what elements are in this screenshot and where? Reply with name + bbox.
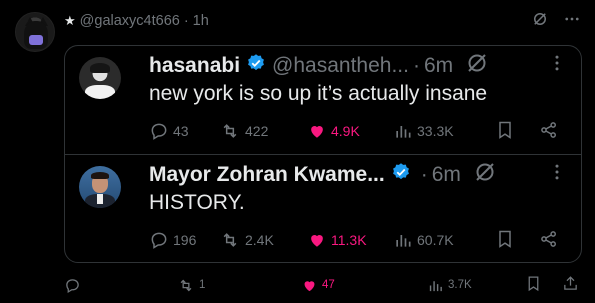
post-time[interactable]: 6m [432,163,461,187]
views-icon [396,126,411,138]
repost-icon [223,124,237,138]
action-bar: 196 2.4K 11.3K 60.7K [149,229,559,251]
quoted-posts-card[interactable]: hasanabi @hasantheh... · 6m new york is … [64,45,582,263]
like-count: 11.3K [331,232,367,248]
reply-icon [151,232,167,249]
like-count: 4.9K [331,123,360,139]
views-count: 60.7K [417,232,454,248]
action-bar: 1 47 3.7K [64,274,579,296]
author-handle[interactable]: @galaxyc4t666 [80,13,180,29]
grok-icon[interactable] [473,160,497,190]
reply-icon [66,278,79,293]
post-time[interactable]: 1h [193,13,209,29]
post-time[interactable]: 6m [424,54,453,78]
reply-icon [151,123,167,140]
bookmark-icon[interactable] [495,120,515,143]
repost-count: 422 [245,123,269,139]
reply-button[interactable]: 196 [149,230,219,250]
grok-icon[interactable] [531,10,549,32]
bookmark-icon[interactable] [495,229,515,252]
reply-count: 43 [173,123,189,139]
like-button[interactable]: 4.9K [307,121,393,141]
more-icon[interactable] [547,53,567,79]
author-handle[interactable]: @hasantheh... [272,54,409,78]
bookmark-icon[interactable] [525,275,542,295]
separator: · [183,13,189,29]
heart-icon [311,126,323,138]
quoted-post[interactable]: hasanabi @hasantheh... · 6m new york is … [65,46,581,155]
reply-count: 196 [173,232,197,248]
avatar[interactable] [79,57,121,99]
quoted-post-header: hasanabi @hasantheh... · 6m [149,52,567,80]
share-icon[interactable] [539,229,559,252]
repost-button[interactable]: 2.4K [219,230,307,250]
star-icon: ★ [64,13,76,28]
more-icon[interactable] [563,10,581,32]
like-button[interactable]: 11.3K [307,230,393,250]
avatar[interactable] [15,12,55,52]
quoted-post-header: Mayor Zohran Kwame... · 6m [149,161,567,189]
author-name[interactable]: Mayor Zohran Kwame... [149,163,385,187]
views-icon [429,280,442,291]
quoted-post[interactable]: Mayor Zohran Kwame... · 6m HISTORY. 196 … [65,155,581,262]
grok-icon[interactable] [465,51,489,81]
action-bar: 43 422 4.9K 33.3K [149,120,559,142]
repost-count: 2.4K [245,232,274,248]
reply-button[interactable]: 43 [149,121,219,141]
like-count: 47 [322,279,335,291]
repost-icon [223,233,237,247]
repost-button[interactable]: 422 [219,121,307,141]
author-name[interactable]: hasanabi [149,54,240,78]
verified-badge-icon [246,53,266,79]
like-button[interactable]: 47 [301,277,427,294]
views-button[interactable]: 33.3K [393,121,489,141]
views-button[interactable]: 60.7K [393,230,489,250]
reply-button[interactable] [64,277,177,294]
repost-button[interactable]: 1 [177,277,301,294]
post-header: ★ @galaxyc4t666 · 1h [64,11,581,31]
post-text: HISTORY. [149,191,245,214]
repost-count: 1 [199,279,206,291]
views-count: 3.7K [448,279,472,291]
post-text: new york is so up it’s actually insane [149,82,488,105]
heart-icon [311,235,323,247]
share-icon[interactable] [539,120,559,143]
avatar[interactable] [79,166,121,208]
views-icon [396,235,411,247]
verified-badge-icon [391,162,411,188]
repost-icon [180,279,192,291]
separator: · [412,54,420,77]
share-icon[interactable] [562,275,579,295]
separator: · [420,163,428,186]
more-icon[interactable] [547,162,567,188]
views-button[interactable]: 3.7K [427,277,472,294]
heart-icon [304,280,315,291]
views-count: 33.3K [417,123,454,139]
